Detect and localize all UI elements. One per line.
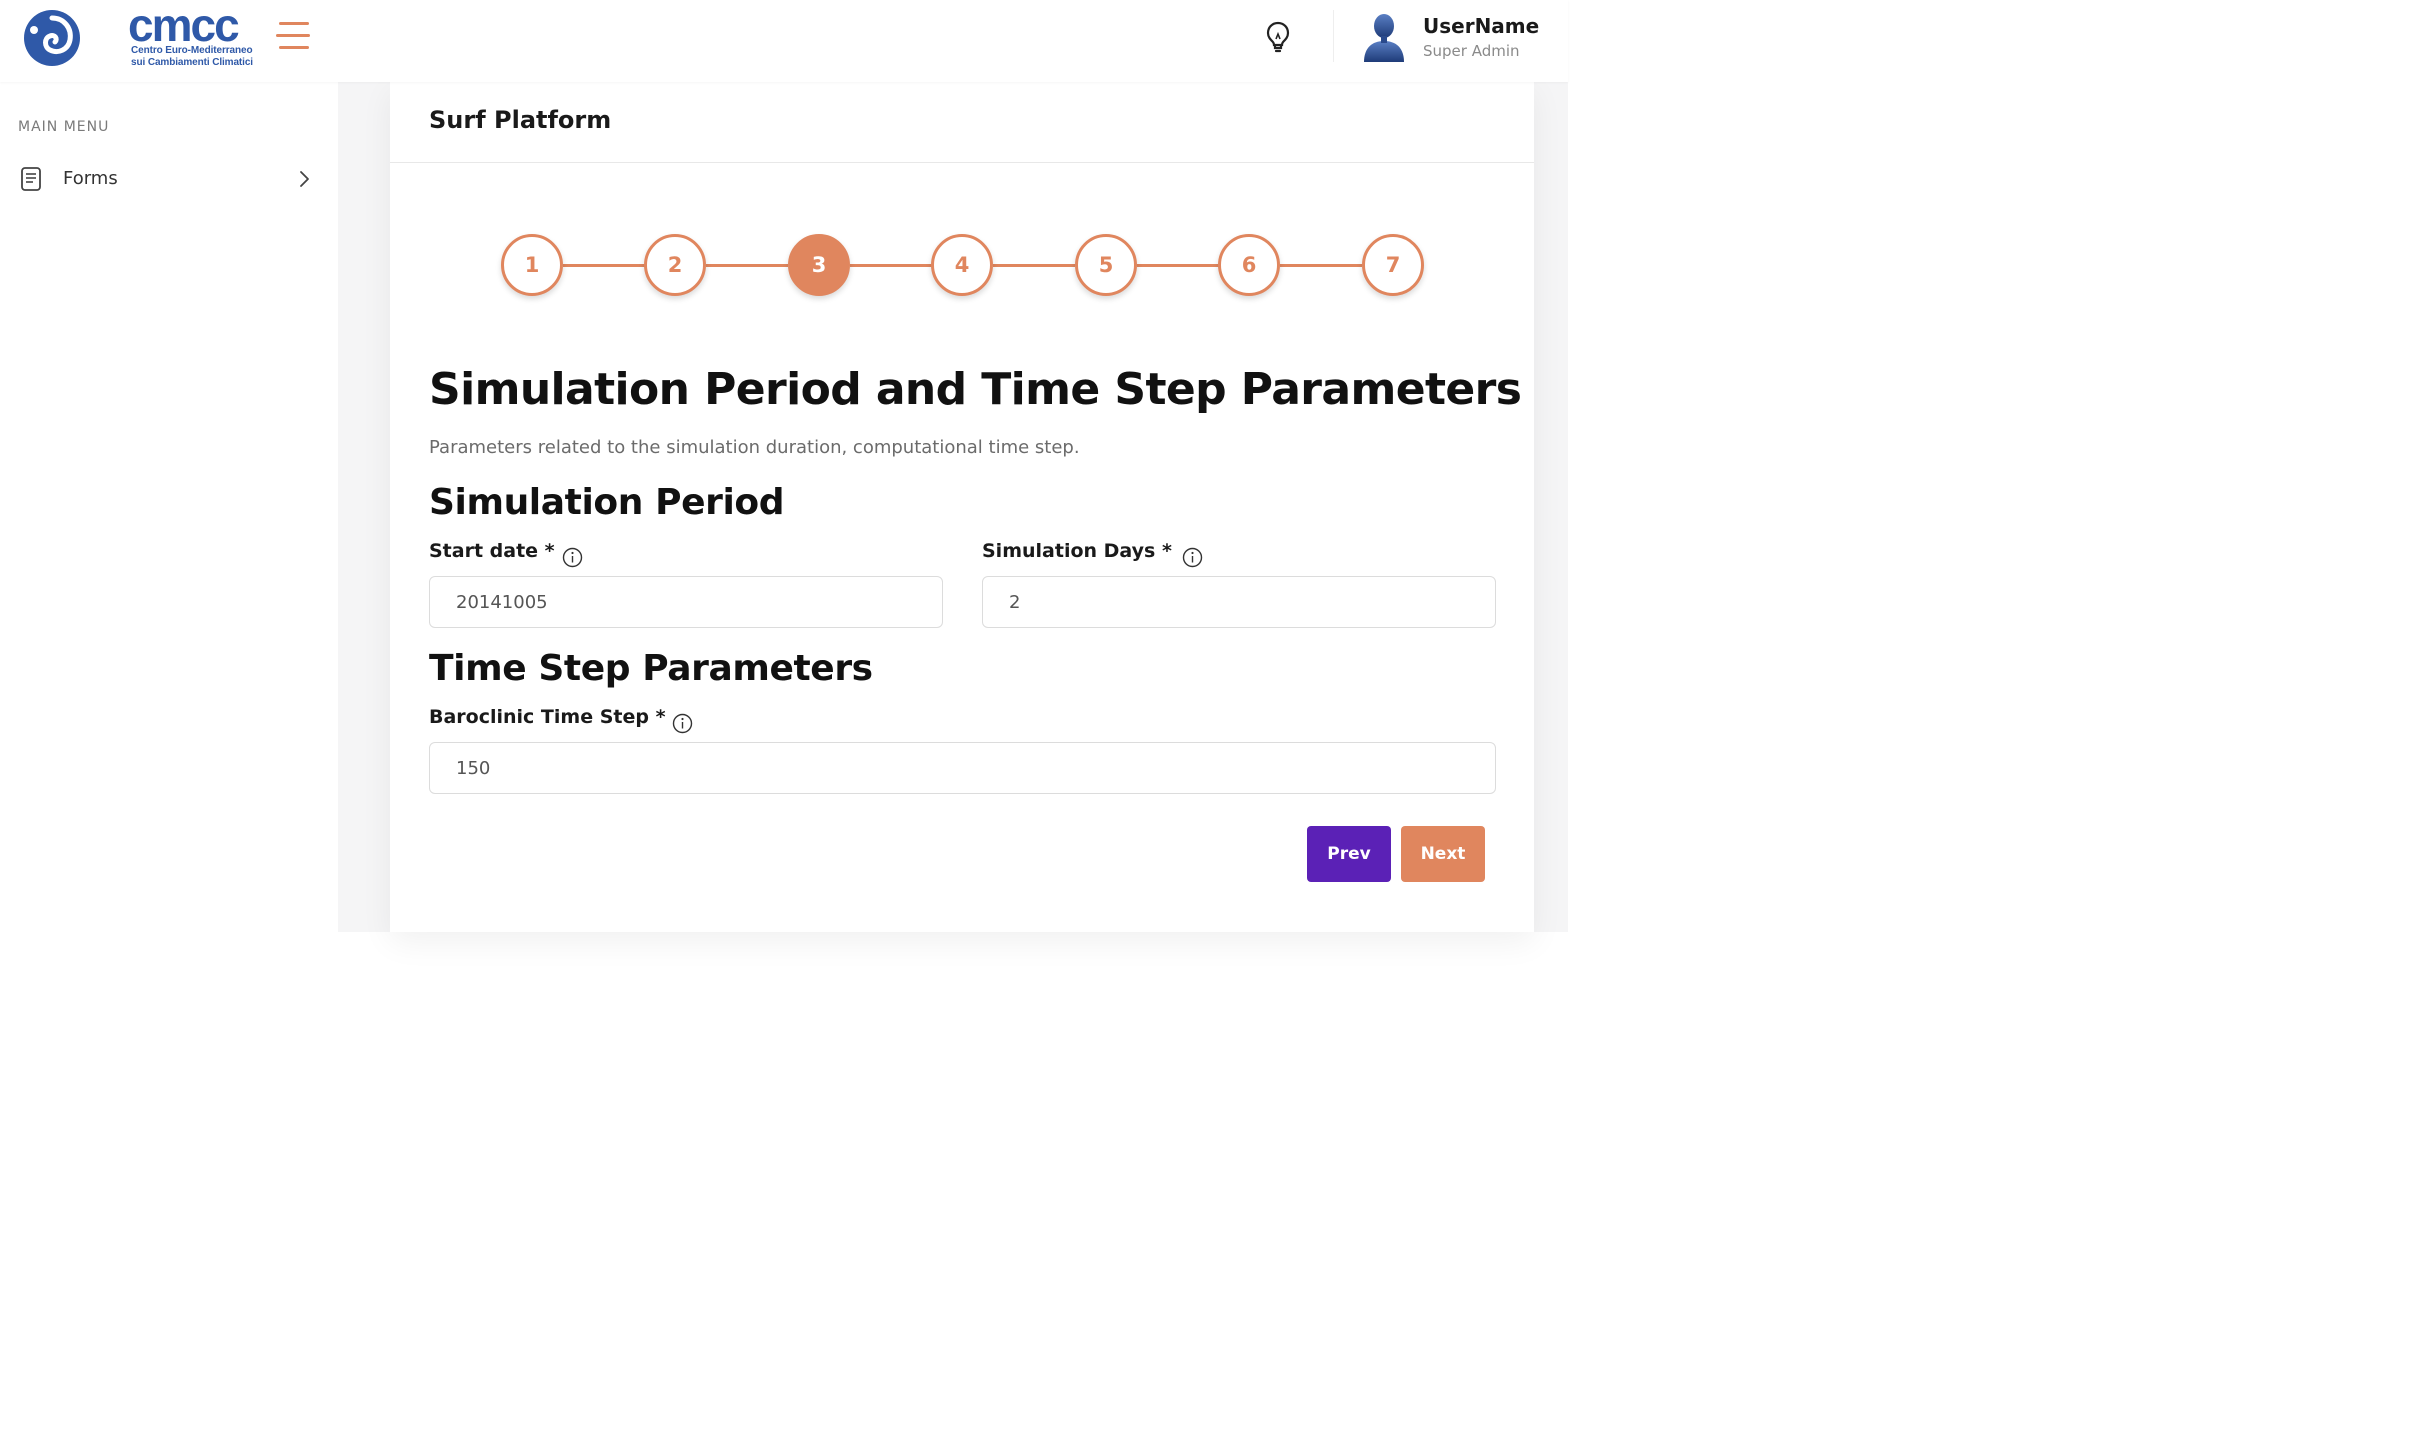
info-icon[interactable] — [672, 713, 693, 734]
top-bar: cmcc Centro Euro-Mediterraneo sui Cambia… — [0, 0, 1568, 82]
form-title: Simulation Period and Time Step Paramete… — [429, 364, 1522, 415]
sidebar: MAIN MENU Forms — [0, 82, 338, 932]
section-title-time-step: Time Step Parameters — [429, 648, 873, 689]
step-2[interactable]: 2 — [644, 234, 706, 296]
step-7[interactable]: 7 — [1362, 234, 1424, 296]
start-date-input[interactable] — [429, 576, 943, 628]
card-title: Surf Platform — [429, 106, 612, 134]
simulation-days-label: Simulation Days * — [982, 540, 1172, 562]
step-6[interactable]: 6 — [1218, 234, 1280, 296]
hamburger-menu-icon[interactable] — [276, 22, 310, 50]
header-divider — [1333, 10, 1334, 62]
user-avatar-icon[interactable] — [1360, 10, 1408, 62]
step-connector — [706, 264, 788, 267]
info-icon[interactable] — [1182, 547, 1203, 568]
step-connector — [563, 264, 645, 267]
logo-subtitle-line2: sui Cambiamenti Climatici — [131, 56, 253, 68]
step-connector — [993, 264, 1075, 267]
step-5[interactable]: 5 — [1075, 234, 1137, 296]
section-title-simulation-period: Simulation Period — [429, 482, 785, 523]
step-connector — [850, 264, 932, 267]
lightbulb-icon[interactable] — [1264, 20, 1292, 54]
logo-wordmark: cmcc — [128, 0, 240, 51]
document-icon — [21, 167, 41, 191]
logo-subtitle-line1: Centro Euro-Mediterraneo — [131, 45, 253, 56]
prev-button[interactable]: Prev — [1307, 826, 1391, 882]
user-role: Super Admin — [1423, 42, 1520, 60]
step-connector — [1137, 264, 1219, 267]
simulation-days-input[interactable] — [982, 576, 1496, 628]
user-name[interactable]: UserName — [1423, 14, 1539, 38]
chevron-right-icon — [300, 171, 309, 187]
step-4[interactable]: 4 — [931, 234, 993, 296]
main-menu-heading: MAIN MENU — [18, 119, 110, 135]
baroclinic-time-step-input[interactable] — [429, 742, 1496, 794]
form-description: Parameters related to the simulation dur… — [429, 437, 1080, 458]
card-divider — [390, 162, 1534, 163]
step-3[interactable]: 3 — [788, 234, 850, 296]
form-card: Surf Platform 1 2 3 4 5 6 7 Simulation P… — [390, 82, 1534, 932]
next-button[interactable]: Next — [1401, 826, 1485, 882]
step-1[interactable]: 1 — [501, 234, 563, 296]
logo-subtitle: Centro Euro-Mediterraneo sui Cambiamenti… — [131, 45, 271, 68]
sidebar-item-label: Forms — [63, 168, 118, 189]
baroclinic-time-step-label: Baroclinic Time Step * — [429, 706, 666, 728]
cmcc-logo-icon[interactable] — [22, 8, 82, 68]
info-icon[interactable] — [562, 547, 583, 568]
step-connector — [1280, 264, 1362, 267]
start-date-label: Start date * — [429, 540, 555, 562]
sidebar-item-forms[interactable]: Forms — [0, 158, 338, 202]
